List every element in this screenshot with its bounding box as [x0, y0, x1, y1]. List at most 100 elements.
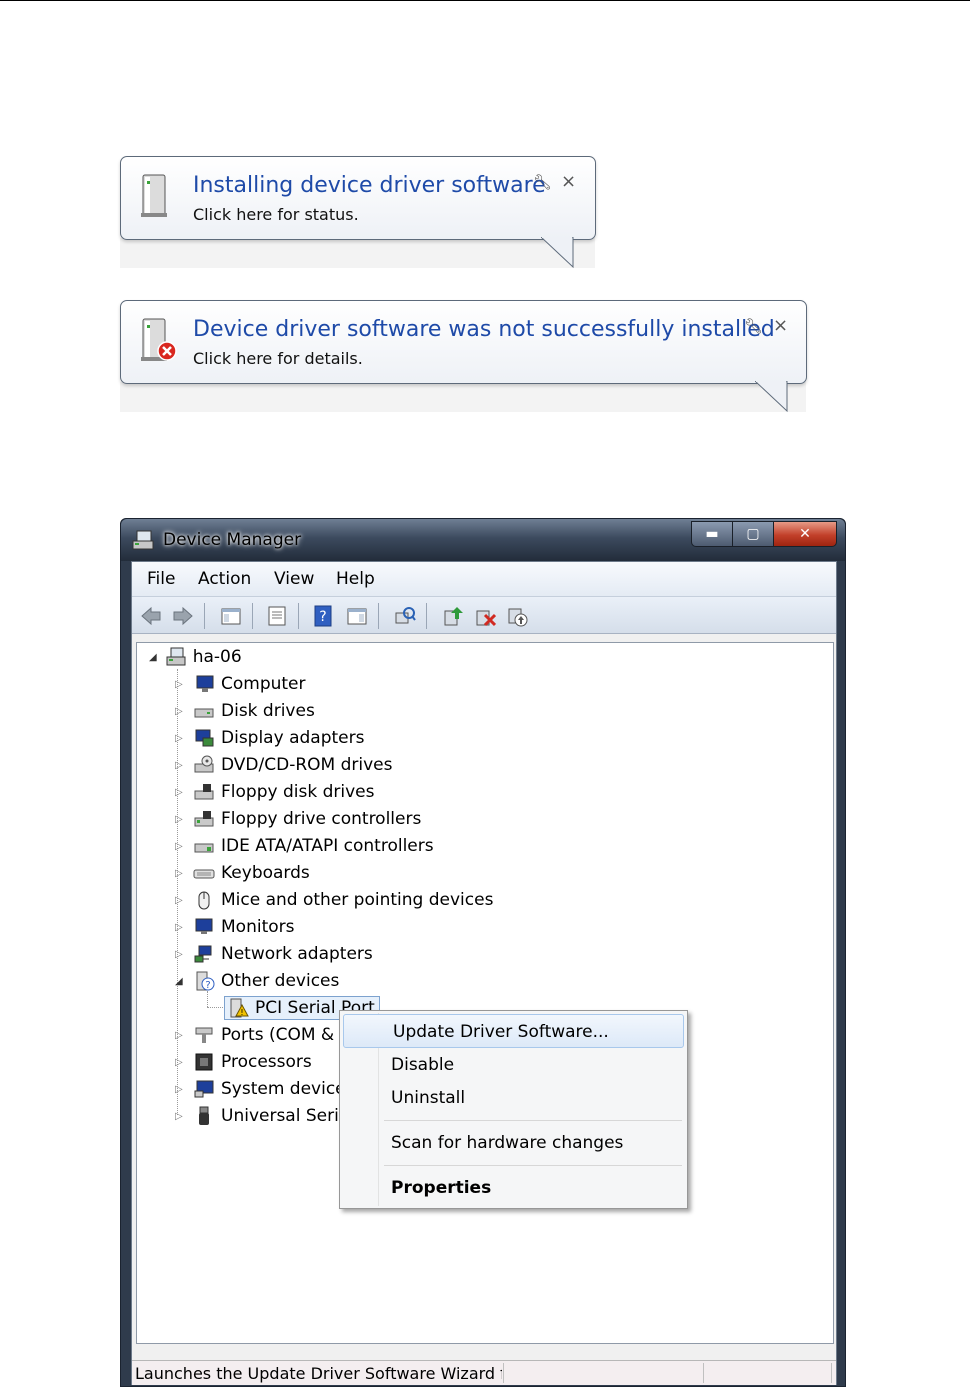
tree-item-computer[interactable]: ▷ Computer — [175, 672, 306, 696]
menu-view[interactable]: View — [274, 569, 314, 589]
failed-install-notification-balloon[interactable]: Device driver software was not successfu… — [120, 300, 807, 413]
expand-arrow-icon[interactable]: ▷ — [175, 949, 183, 960]
expand-arrow-icon[interactable]: ▷ — [175, 679, 183, 690]
status-text: Launches the Update Driver Software Wiza… — [135, 1364, 502, 1383]
close-icon[interactable]: × — [561, 171, 576, 192]
tree-item-system-devices[interactable]: ▷ System device — [175, 1077, 346, 1101]
console-icon[interactable] — [266, 605, 288, 627]
enable-icon[interactable] — [506, 605, 528, 627]
properties-pane-icon[interactable] — [220, 605, 242, 627]
disk-drive-icon — [194, 708, 214, 718]
close-icon[interactable]: × — [773, 315, 788, 336]
status-separator — [831, 1363, 832, 1383]
keyboard-icon — [193, 869, 215, 879]
wrench-icon[interactable]: 🔧︎ — [533, 173, 552, 191]
tree-item-keyboards[interactable]: ▷ Keyboards — [175, 861, 310, 885]
scan-icon[interactable] — [394, 605, 416, 627]
tree-item-disk-drives[interactable]: ▷ Disk drives — [175, 699, 315, 723]
balloon-tail — [541, 237, 574, 269]
tree-item-label: DVD/CD-ROM drives — [221, 755, 393, 775]
menu-item-update-driver[interactable]: Update Driver Software... — [343, 1014, 684, 1048]
tree-item-label: Display adapters — [221, 728, 365, 748]
tree-item-other-devices[interactable]: ◢ ? Other devices — [175, 969, 340, 993]
toolbar: ? — [132, 597, 836, 634]
expand-arrow-icon[interactable]: ▷ — [175, 895, 183, 906]
tree-item-network-adapters[interactable]: ▷ Network adapters — [175, 942, 373, 966]
floppy-controller-icon — [194, 811, 214, 827]
wrench-icon[interactable]: 🔧︎ — [744, 317, 763, 335]
installing-notification-balloon[interactable]: Installing device driver software Click … — [120, 156, 596, 269]
tree-root[interactable]: ◢ ha-06 — [149, 645, 242, 669]
tree-item-monitors[interactable]: ▷ Monitors — [175, 915, 294, 939]
menu-item-properties[interactable]: Properties — [342, 1171, 685, 1203]
expand-arrow-icon[interactable]: ▷ — [175, 1030, 183, 1041]
expand-arrow-icon[interactable]: ▷ — [175, 706, 183, 717]
tree-item-usb[interactable]: ▷ Universal Seria — [175, 1104, 349, 1128]
menu-item-scan-hardware[interactable]: Scan for hardware changes — [342, 1126, 685, 1158]
tree-item-floppy-disk-drives[interactable]: ▷ Floppy disk drives — [175, 780, 374, 804]
tree-item-dvd-cd-rom[interactable]: ▷ DVD/CD-ROM drives — [175, 753, 393, 777]
title-bar[interactable]: Device Manager ▬ ▢ ✕ — [121, 519, 845, 561]
balloon-title[interactable]: Device driver software was not successfu… — [193, 317, 775, 342]
menu-action[interactable]: Action — [198, 569, 251, 589]
menu-item-disable[interactable]: Disable — [342, 1048, 685, 1080]
menu-item-uninstall[interactable]: Uninstall — [342, 1081, 685, 1113]
balloon-shadow — [120, 382, 806, 412]
expand-arrow-icon[interactable]: ▷ — [175, 922, 183, 933]
balloon-tail — [755, 381, 788, 413]
expand-arrow-icon[interactable]: ▷ — [175, 868, 183, 879]
network-adapter-icon — [194, 945, 212, 963]
svg-text:?: ? — [319, 609, 326, 625]
collapse-arrow-icon[interactable]: ◢ — [175, 976, 183, 987]
forward-icon[interactable] — [172, 605, 194, 627]
expand-arrow-icon[interactable]: ▷ — [175, 1057, 183, 1068]
action-pane-icon[interactable] — [346, 605, 368, 627]
maximize-button[interactable]: ▢ — [732, 521, 773, 547]
expand-arrow-icon[interactable]: ▷ — [175, 760, 183, 771]
balloon-subtitle[interactable]: Click here for details. — [193, 349, 363, 368]
expand-arrow-icon[interactable]: ▷ — [175, 814, 183, 825]
balloon-subtitle[interactable]: Click here for status. — [193, 205, 359, 224]
toolbar-separator — [204, 603, 205, 629]
toolbar-separator — [252, 603, 253, 629]
expand-arrow-icon[interactable]: ▷ — [175, 1111, 183, 1122]
tree-item-label: Other devices — [221, 971, 340, 991]
menu-item-label: Update Driver Software... — [393, 1022, 609, 1042]
device-error-icon — [141, 318, 177, 361]
collapse-arrow-icon[interactable]: ◢ — [149, 652, 157, 663]
tree-item-processors[interactable]: ▷ Processors — [175, 1050, 312, 1074]
back-icon[interactable] — [140, 605, 162, 627]
tree-item-mice[interactable]: ▷ Mice and other pointing devices — [175, 888, 493, 912]
tree-root-label: ha-06 — [192, 647, 242, 667]
status-bar: Launches the Update Driver Software Wiza… — [132, 1360, 836, 1385]
tree-item-ports[interactable]: ▷ Ports (COM & — [175, 1023, 334, 1047]
device-manager-window: Device Manager ▬ ▢ ✕ File Action View He… — [120, 518, 846, 1387]
display-adapter-icon — [195, 729, 214, 747]
port-icon — [195, 1027, 213, 1043]
mouse-icon — [198, 891, 210, 910]
minimize-button[interactable]: ▬ — [691, 521, 732, 547]
expand-arrow-icon[interactable]: ▷ — [175, 841, 183, 852]
expand-arrow-icon[interactable]: ▷ — [175, 1084, 183, 1095]
usb-icon — [199, 1106, 209, 1125]
tree-item-ide-ata-atapi[interactable]: ▷ IDE ATA/ATAPI controllers — [175, 834, 434, 858]
menu-help[interactable]: Help — [336, 569, 375, 589]
balloon-shadow — [120, 238, 595, 268]
tree-item-display-adapters[interactable]: ▷ Display adapters — [175, 726, 365, 750]
menu-bar: File Action View Help — [132, 562, 836, 597]
computer-root-icon — [166, 647, 186, 666]
uninstall-icon[interactable] — [474, 605, 496, 627]
expand-arrow-icon[interactable]: ▷ — [175, 787, 183, 798]
update-driver-icon[interactable] — [442, 605, 464, 627]
close-button[interactable]: ✕ — [773, 521, 837, 547]
menu-item-label: Disable — [391, 1055, 455, 1075]
menu-file[interactable]: File — [147, 569, 175, 589]
menu-item-label: Properties — [391, 1178, 492, 1198]
tree-item-floppy-drive-controllers[interactable]: ▷ Floppy drive controllers — [175, 807, 421, 831]
device-manager-icon — [132, 530, 154, 550]
balloon-title[interactable]: Installing device driver software — [193, 173, 546, 198]
toolbar-separator — [298, 603, 299, 629]
expand-arrow-icon[interactable]: ▷ — [175, 733, 183, 744]
tree-item-label: System device — [221, 1079, 346, 1099]
help-icon[interactable]: ? — [312, 605, 334, 627]
